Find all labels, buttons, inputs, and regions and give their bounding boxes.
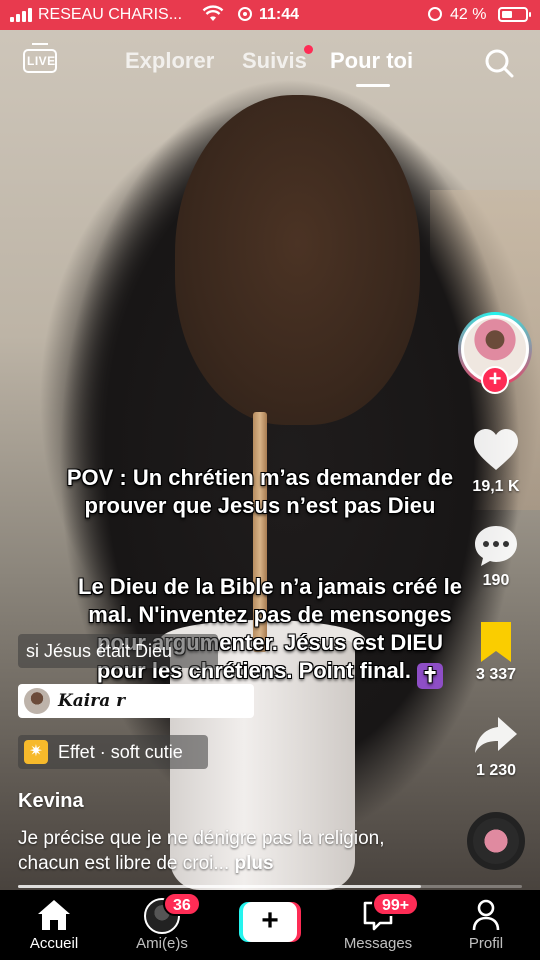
search-icon[interactable] xyxy=(484,48,514,78)
video-progress[interactable] xyxy=(18,885,522,888)
nav-profile-label: Profil xyxy=(468,935,504,952)
friends-badge: 36 xyxy=(163,892,201,916)
messages-badge: 99+ xyxy=(372,892,420,916)
top-nav: LIVE Explorer Suivis Pour toi xyxy=(0,38,540,88)
recording-icon xyxy=(238,7,252,21)
effect-label: Effet · soft cutie xyxy=(58,741,183,762)
create-button[interactable]: + xyxy=(239,902,301,942)
nav-profile[interactable]: Profil xyxy=(436,890,536,960)
search-suggestion-chip[interactable]: si Jésus était Dieu xyxy=(18,634,218,668)
kaira-chip[interactable]: Kaira r xyxy=(18,684,254,718)
nav-home-label: Accueil xyxy=(29,935,79,952)
chip-avatar xyxy=(24,688,50,714)
effect-chip[interactable]: ✷ Effet · soft cutie xyxy=(18,735,208,769)
caption-question: POV : Un chrétien m’as demander de prouv… xyxy=(66,465,454,518)
nav-home[interactable]: Accueil xyxy=(4,890,104,960)
nav-messages-label: Messages xyxy=(343,935,413,952)
person-face xyxy=(175,95,420,425)
share-icon[interactable] xyxy=(472,714,520,758)
effect-icon: ✷ xyxy=(24,740,48,764)
cross-icon: ✝ xyxy=(417,663,444,689)
share-count: 1 230 xyxy=(475,762,517,779)
follow-plus-icon[interactable]: + xyxy=(481,366,509,394)
more-link[interactable]: plus xyxy=(235,853,274,874)
comment-icon[interactable] xyxy=(472,524,520,568)
carrier-name: RESEAU CHARIS... xyxy=(38,6,183,23)
kaira-chip-text: Kaira r xyxy=(58,691,126,711)
plus-icon: + xyxy=(243,902,297,942)
rotation-lock-icon xyxy=(428,7,442,21)
nav-friends-label: Ami(e)s xyxy=(136,935,188,952)
status-bar: RESEAU CHARIS... 11:44 42 % xyxy=(0,0,540,30)
wifi-icon xyxy=(202,5,224,28)
active-tab-indicator xyxy=(356,84,390,87)
music-disc[interactable] xyxy=(467,812,525,870)
home-icon xyxy=(38,900,70,930)
tab-explorer[interactable]: Explorer xyxy=(125,48,214,74)
signal-icon xyxy=(10,8,32,22)
notification-dot xyxy=(304,45,313,54)
bottom-nav: Accueil Ami(e)s 36 + Messages 99+ Profil xyxy=(0,890,540,960)
video-progress-fill xyxy=(18,885,422,888)
bookmark-icon[interactable] xyxy=(472,620,520,664)
search-suggestion-text: si Jésus était Dieu xyxy=(26,640,173,661)
tab-suivis[interactable]: Suivis xyxy=(242,48,307,74)
description-text: Je précise que je ne dénigre pas la reli… xyxy=(18,828,385,874)
post-description: Je précise que je ne dénigre pas la reli… xyxy=(18,826,428,876)
live-icon[interactable]: LIVE xyxy=(23,43,59,75)
caption-answer: Le Dieu de la Bible n’a jamais créé le m… xyxy=(70,573,470,689)
clock: 11:44 xyxy=(259,6,300,23)
username[interactable]: Kevina xyxy=(18,790,84,813)
battery-percent: 42 % xyxy=(450,6,487,23)
profile-icon xyxy=(472,899,500,931)
tab-pour-toi[interactable]: Pour toi xyxy=(330,48,413,74)
battery-icon xyxy=(498,7,531,22)
live-label: LIVE xyxy=(27,54,56,68)
